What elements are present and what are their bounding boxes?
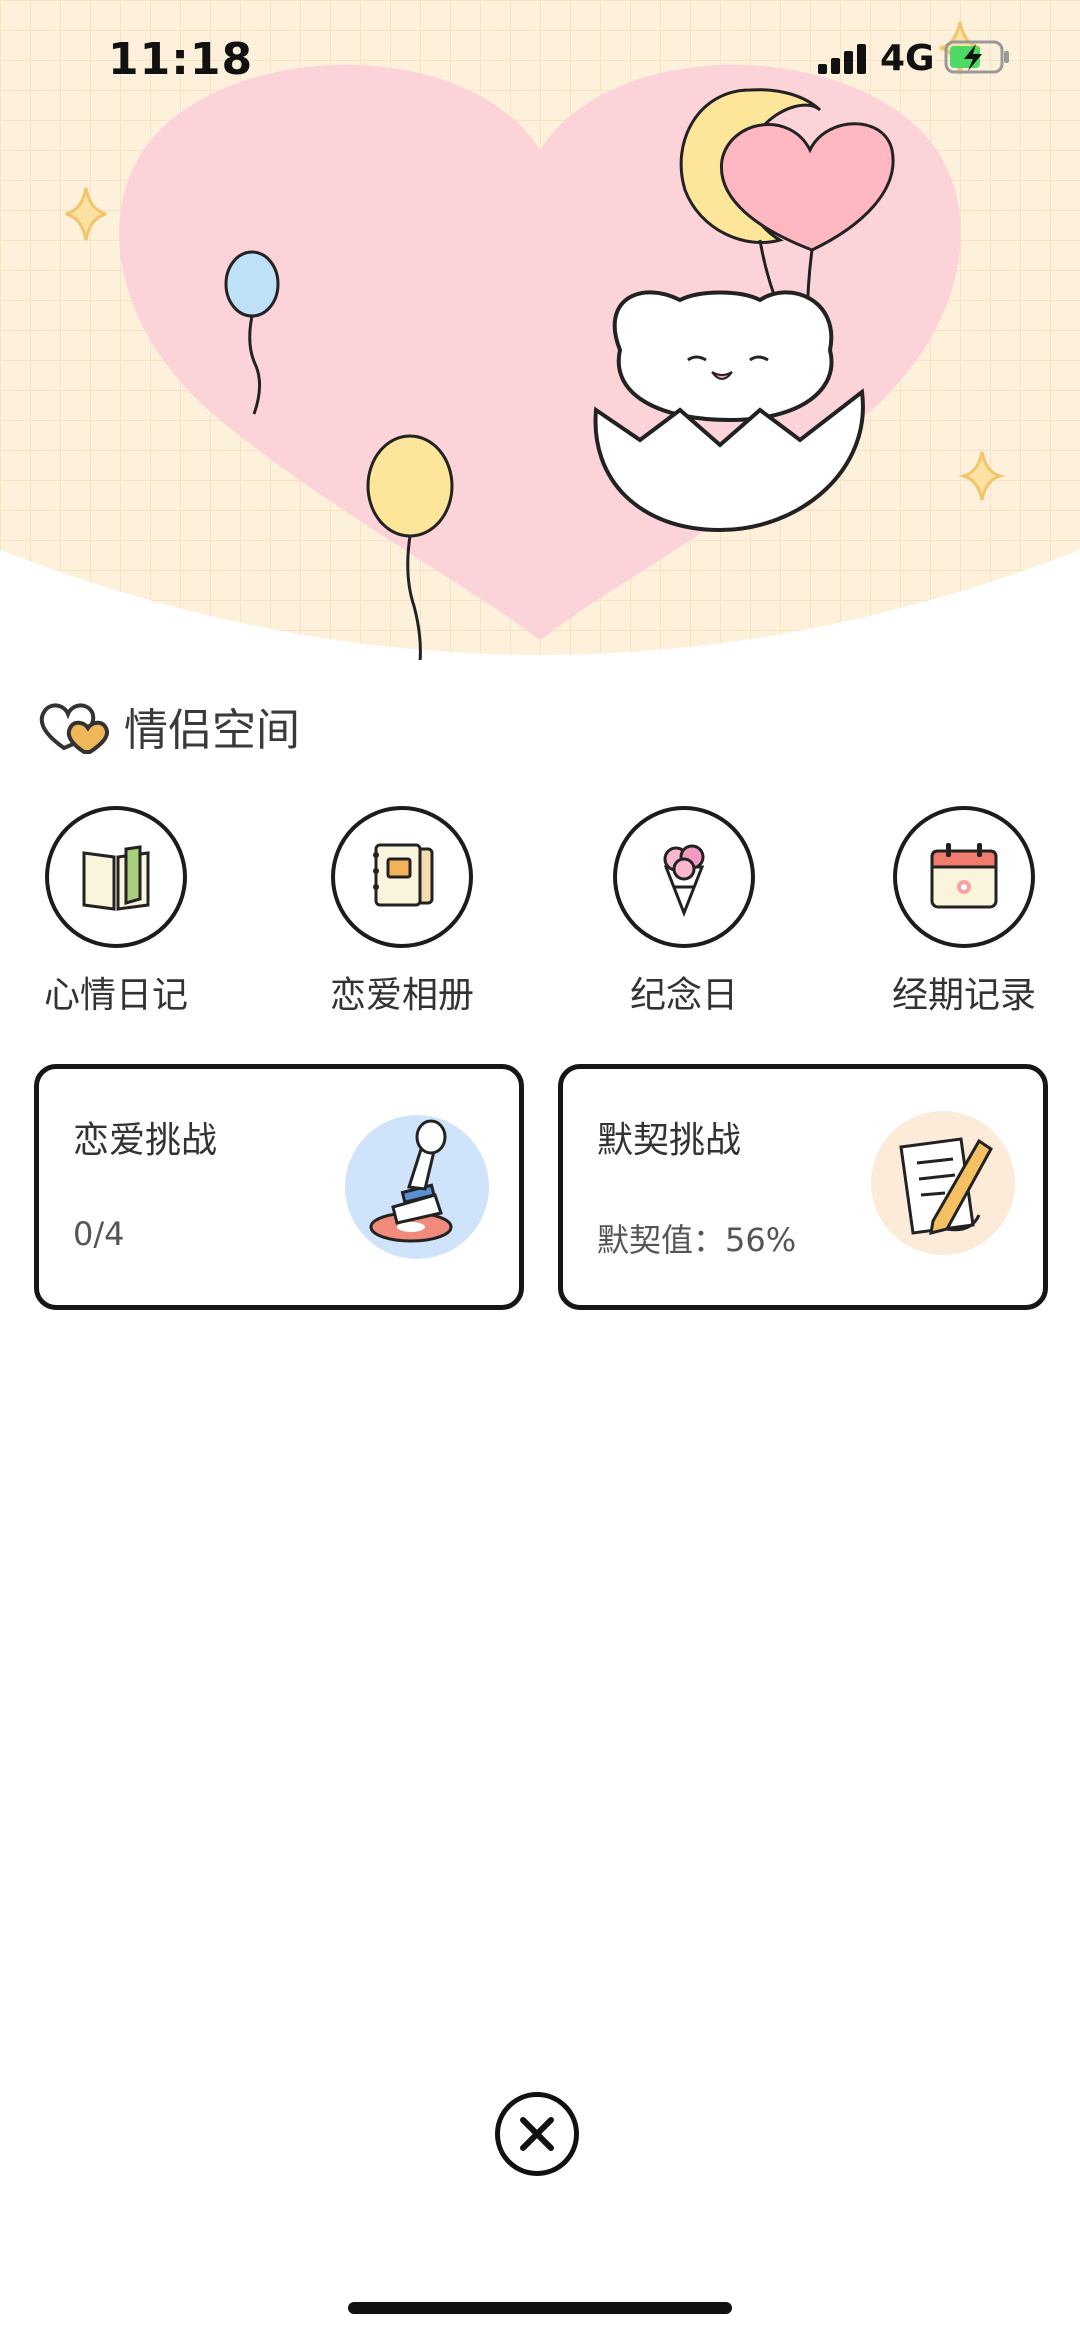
close-button[interactable]: [495, 2092, 579, 2176]
feature-icon-circle: [45, 806, 187, 948]
feature-icon-circle: [331, 806, 473, 948]
section-title: 情侣空间: [124, 705, 300, 756]
feature-icon-circle: [893, 806, 1035, 948]
network-type: 4G: [880, 38, 935, 79]
cat-head: [612, 290, 834, 423]
feature-label: 恋爱相册: [329, 975, 474, 1016]
stamp-icon: [345, 1115, 489, 1259]
feature-period-record[interactable]: 经期记录: [864, 806, 1064, 1018]
blue-balloon: [224, 250, 280, 318]
close-icon: [520, 2117, 554, 2151]
card-value: 默契值：56%: [597, 1221, 797, 1259]
status-bar: 11:18 4G: [0, 0, 1080, 120]
feature-label: 心情日记: [43, 975, 188, 1016]
feature-anniversary[interactable]: 纪念日: [584, 806, 784, 1018]
home-indicator: [348, 2302, 732, 2314]
feature-mood-diary[interactable]: 心情日记: [16, 806, 216, 1018]
feature-label: 经期记录: [891, 975, 1036, 1016]
card-progress: 0/4: [73, 1215, 125, 1253]
feature-icon-circle: [613, 806, 755, 948]
feature-love-album[interactable]: 恋爱相册: [302, 806, 502, 1018]
battery-charging-icon: [944, 40, 1009, 74]
signal-icon: [818, 44, 866, 74]
feature-row: 心情日记 恋爱相册 纪念日 经期记录: [0, 806, 1080, 1016]
card-title: 恋爱挑战: [73, 1120, 218, 1161]
photo-album-icon: [373, 843, 434, 907]
love-challenge-card[interactable]: 恋爱挑战 0/4: [34, 1064, 524, 1310]
section-header: 情侣空间: [38, 696, 300, 756]
feature-label: 纪念日: [629, 975, 738, 1016]
couple-hearts-icon: [39, 703, 109, 754]
status-time: 11:18: [108, 34, 254, 85]
yellow-balloon: [366, 434, 454, 538]
bouquet-icon: [663, 844, 705, 917]
tacit-challenge-card[interactable]: 默契挑战 默契值：56%: [558, 1064, 1048, 1310]
note-pencil-icon: [871, 1111, 1015, 1255]
calendar-icon: [930, 843, 998, 909]
card-title: 默契挑战: [597, 1120, 742, 1161]
diary-book-icon: [82, 845, 150, 911]
